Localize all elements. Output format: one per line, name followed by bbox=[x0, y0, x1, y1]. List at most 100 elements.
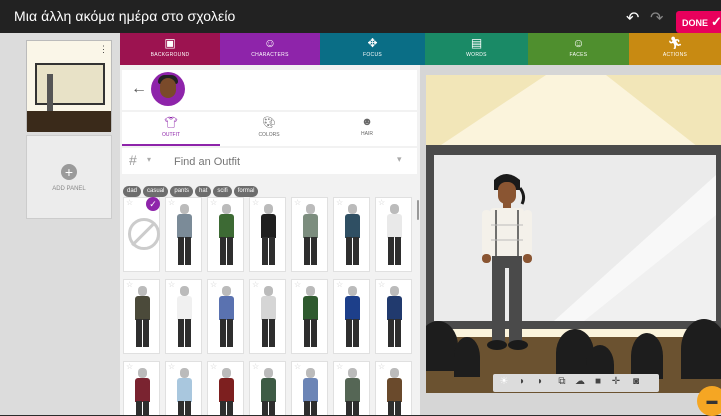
tab-colors[interactable]: 🎨︎ COLORS bbox=[220, 112, 318, 146]
favorite-star-icon[interactable]: ☆ bbox=[210, 280, 217, 289]
panel-strip: ⋮ + ADD PANEL bbox=[0, 33, 120, 415]
outfit-option[interactable]: ☆ bbox=[291, 279, 328, 354]
outfit-top bbox=[135, 378, 150, 402]
tab-actions[interactable]: 🏃︎ ACTIONS bbox=[629, 33, 721, 65]
outfit-option[interactable]: ☆ bbox=[207, 197, 244, 272]
tab-background[interactable]: ▣ BACKGROUND bbox=[120, 33, 220, 65]
favorite-star-icon[interactable]: ☆ bbox=[210, 362, 217, 371]
tab-focus[interactable]: ✥ FOCUS bbox=[320, 33, 425, 65]
brightness-icon[interactable]: ☀ bbox=[497, 376, 511, 387]
outfit-option[interactable]: ☆ bbox=[249, 279, 286, 354]
outfit-option[interactable]: ☆ bbox=[375, 361, 412, 415]
copy-icon[interactable]: ⧉ bbox=[555, 376, 569, 387]
favorite-star-icon[interactable]: ☆ bbox=[294, 198, 301, 207]
tag-chip[interactable]: casual bbox=[143, 186, 169, 197]
tab-faces[interactable]: ☺ FACES bbox=[528, 33, 629, 65]
favorite-star-icon[interactable]: ☆ bbox=[168, 280, 175, 289]
layer-icon[interactable]: ■ bbox=[591, 376, 605, 387]
favorite-star-icon[interactable]: ☆ bbox=[168, 198, 175, 207]
undo-icon[interactable]: ↶ bbox=[626, 8, 639, 28]
favorite-star-icon[interactable]: ☆ bbox=[126, 280, 133, 289]
outfit-leg bbox=[178, 401, 184, 415]
scrollbar[interactable] bbox=[417, 200, 419, 220]
outfit-leg bbox=[346, 237, 352, 265]
favorite-star-icon[interactable]: ☆ bbox=[252, 280, 259, 289]
outfit-head bbox=[222, 204, 231, 214]
favorite-star-icon[interactable]: ☆ bbox=[336, 198, 343, 207]
outfit-head bbox=[222, 368, 231, 378]
teacher-character[interactable] bbox=[476, 170, 536, 360]
outfit-option[interactable]: ☆ bbox=[207, 279, 244, 354]
add-panel-button[interactable]: + ADD PANEL bbox=[26, 135, 112, 219]
outfit-option[interactable]: ☆ bbox=[375, 197, 412, 272]
outfit-option[interactable]: ☆ bbox=[249, 197, 286, 272]
tag-chip[interactable]: pants bbox=[170, 186, 194, 197]
tag-chip[interactable]: formal bbox=[233, 186, 259, 197]
outfit-icon: 👕︎ bbox=[164, 117, 178, 129]
outfit-leg bbox=[269, 237, 275, 265]
flip-left-icon[interactable]: ◗ bbox=[515, 376, 529, 387]
comic-panel[interactable] bbox=[426, 75, 721, 393]
outfit-option[interactable]: ☆ bbox=[333, 361, 370, 415]
outfit-none-option[interactable]: ☆ ✓ bbox=[123, 197, 160, 272]
outfit-option[interactable]: ☆ bbox=[207, 361, 244, 415]
outfit-option[interactable]: ☆ bbox=[291, 197, 328, 272]
outfit-top bbox=[219, 296, 234, 320]
hash-icon[interactable]: # bbox=[129, 152, 137, 168]
favorite-star-icon[interactable]: ☆ bbox=[126, 362, 133, 371]
outfit-option[interactable]: ☆ bbox=[333, 197, 370, 272]
outfit-option[interactable]: ☆ bbox=[291, 361, 328, 415]
favorite-star-icon[interactable]: ☆ bbox=[294, 362, 301, 371]
done-button[interactable]: DONE ✓ bbox=[676, 11, 721, 33]
outfit-top bbox=[387, 378, 402, 402]
back-arrow-icon[interactable]: ← bbox=[131, 80, 147, 98]
tab-hair[interactable]: ☻ HAIR bbox=[318, 112, 416, 146]
flip-right-icon[interactable]: ◗ bbox=[533, 376, 547, 387]
panel-menu-icon[interactable]: ⋮ bbox=[99, 44, 108, 55]
outfit-top bbox=[345, 214, 360, 238]
outfit-option[interactable]: ☆ bbox=[123, 279, 160, 354]
chevron-down-icon[interactable]: ▾ bbox=[397, 154, 402, 165]
outfit-option[interactable]: ☆ bbox=[165, 361, 202, 415]
outfit-search-input[interactable] bbox=[172, 151, 396, 173]
favorite-star-icon[interactable]: ☆ bbox=[378, 362, 385, 371]
outfit-leg bbox=[395, 319, 401, 347]
favorite-star-icon[interactable]: ☆ bbox=[168, 362, 175, 371]
chevron-down-icon[interactable]: ▾ bbox=[147, 155, 151, 164]
favorite-star-icon[interactable]: ☆ bbox=[126, 198, 133, 207]
tab-characters[interactable]: ☺ CHARACTERS bbox=[220, 33, 320, 65]
camera-icon[interactable]: ◙ bbox=[629, 376, 643, 387]
tag-chip[interactable]: dad bbox=[123, 186, 142, 197]
outfit-option[interactable]: ☆ bbox=[375, 279, 412, 354]
panel-thumbnail[interactable]: ⋮ bbox=[26, 40, 112, 132]
outfit-top bbox=[135, 296, 150, 320]
outfit-head bbox=[390, 286, 399, 296]
outfit-option[interactable]: ☆ bbox=[249, 361, 286, 415]
outfit-leg bbox=[227, 237, 233, 265]
favorite-star-icon[interactable]: ☆ bbox=[252, 198, 259, 207]
outfit-option[interactable]: ☆ bbox=[165, 279, 202, 354]
outfit-option[interactable]: ☆ bbox=[165, 197, 202, 272]
favorite-star-icon[interactable]: ☆ bbox=[210, 198, 217, 207]
outfit-option[interactable]: ☆ bbox=[123, 361, 160, 415]
outfit-leg bbox=[304, 401, 310, 415]
favorite-star-icon[interactable]: ☆ bbox=[378, 198, 385, 207]
tab-outfit[interactable]: 👕︎ OUTFIT bbox=[122, 112, 220, 146]
favorite-star-icon[interactable]: ☆ bbox=[336, 280, 343, 289]
favorite-star-icon[interactable]: ☆ bbox=[252, 362, 259, 371]
avatar[interactable] bbox=[151, 72, 185, 106]
outfit-head bbox=[306, 368, 315, 378]
outfit-leg bbox=[136, 319, 142, 347]
favorite-star-icon[interactable]: ☆ bbox=[294, 280, 301, 289]
favorite-star-icon[interactable]: ☆ bbox=[378, 280, 385, 289]
cloud-icon[interactable]: ☁ bbox=[573, 376, 587, 387]
chat-icon[interactable]: ▬ bbox=[697, 386, 721, 416]
tag-chip[interactable]: scifi bbox=[213, 186, 232, 197]
tab-words[interactable]: ▤ WORDS bbox=[425, 33, 528, 65]
comic-title[interactable]: Μια άλλη ακόμα ημέρα στο σχολείο bbox=[14, 8, 235, 24]
crosshair-icon[interactable]: ✛ bbox=[609, 376, 623, 387]
redo-icon[interactable]: ↷ bbox=[650, 8, 663, 28]
favorite-star-icon[interactable]: ☆ bbox=[336, 362, 343, 371]
outfit-option[interactable]: ☆ bbox=[333, 279, 370, 354]
tag-chip[interactable]: hat bbox=[195, 186, 212, 197]
